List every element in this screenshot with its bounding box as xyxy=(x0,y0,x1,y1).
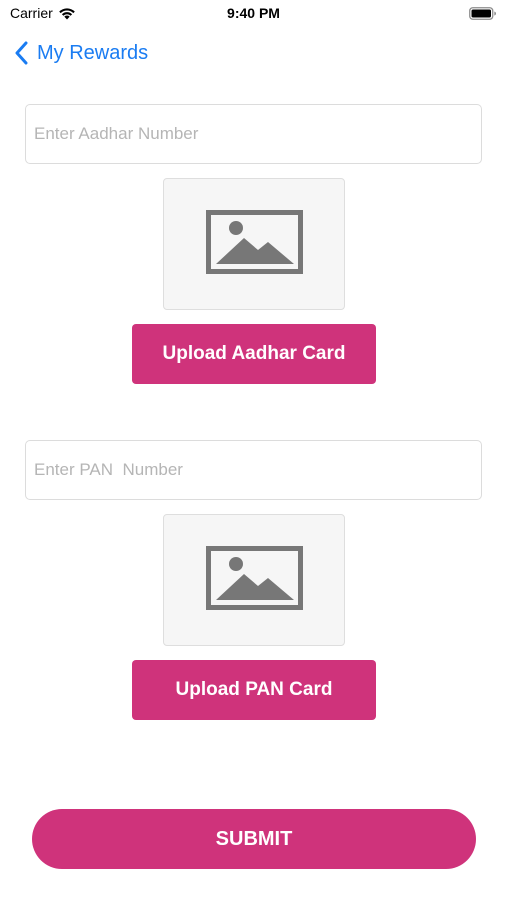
image-placeholder-icon xyxy=(206,210,303,274)
back-button[interactable]: My Rewards xyxy=(14,36,148,70)
back-button-label: My Rewards xyxy=(37,41,149,64)
image-placeholder-icon xyxy=(206,546,303,610)
battery-icon xyxy=(469,7,496,20)
aadhar-number-input[interactable] xyxy=(25,104,482,164)
pan-number-input[interactable] xyxy=(25,440,482,500)
chevron-left-icon xyxy=(15,41,28,65)
status-time: 9:40 PM xyxy=(227,5,280,21)
submit-button[interactable]: SUBMIT xyxy=(32,809,476,869)
navigation-bar: My Rewards xyxy=(0,36,507,70)
status-bar: Carrier 9:40 PM xyxy=(0,0,507,28)
upload-aadhar-button[interactable]: Upload Aadhar Card xyxy=(132,324,376,384)
upload-pan-button[interactable]: Upload PAN Card xyxy=(132,660,376,720)
pan-image-preview[interactable] xyxy=(163,514,345,646)
aadhar-image-preview[interactable] xyxy=(163,178,345,310)
